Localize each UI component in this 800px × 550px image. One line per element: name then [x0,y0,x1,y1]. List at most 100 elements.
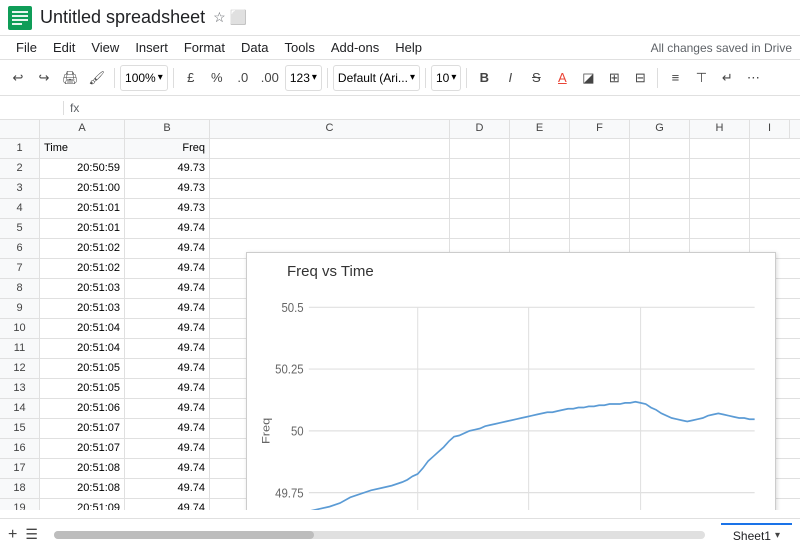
cell-b9[interactable]: 49.74 [125,299,210,318]
cell-reference-input[interactable] [4,101,64,115]
decimal-decrease-button[interactable]: .0 [231,65,255,91]
decimal-increase-button[interactable]: .00 [257,65,283,91]
cell-b15[interactable]: 49.74 [125,419,210,438]
cell-e3[interactable] [510,179,570,198]
cell-a5[interactable]: 20:51:01 [40,219,125,238]
cell-a11[interactable]: 20:51:04 [40,339,125,358]
font-dropdown[interactable]: Default (Ari... ▾ [333,65,420,91]
cell-a1[interactable]: Time [40,139,125,158]
drive-icon[interactable]: ⬜ [230,9,247,26]
paint-format-button[interactable]: 🖌 [85,65,110,91]
cell-f2[interactable] [570,159,630,178]
menu-file[interactable]: File [8,40,45,55]
cell-a3[interactable]: 20:51:00 [40,179,125,198]
menu-tools[interactable]: Tools [276,40,322,55]
cell-a6[interactable]: 20:51:02 [40,239,125,258]
bold-button[interactable]: B [472,65,496,91]
cell-a13[interactable]: 20:51:05 [40,379,125,398]
cell-h2[interactable] [690,159,750,178]
cell-b18[interactable]: 49.74 [125,479,210,498]
currency-button[interactable]: £ [179,65,203,91]
cell-b1[interactable]: Freq [125,139,210,158]
cell-a15[interactable]: 20:51:07 [40,419,125,438]
fill-color-button[interactable]: ◪ [576,65,600,91]
cell-d2[interactable] [450,159,510,178]
col-header-a[interactable]: A [40,120,125,138]
cell-g3[interactable] [630,179,690,198]
cell-b8[interactable]: 49.74 [125,279,210,298]
cell-f5[interactable] [570,219,630,238]
cell-b4[interactable]: 49.73 [125,199,210,218]
col-header-c[interactable]: C [210,120,450,138]
cell-d1[interactable] [450,139,510,158]
cell-b6[interactable]: 49.74 [125,239,210,258]
cell-b2[interactable]: 49.73 [125,159,210,178]
cell-a7[interactable]: 20:51:02 [40,259,125,278]
cell-a2[interactable]: 20:50:59 [40,159,125,178]
col-header-f[interactable]: F [570,120,630,138]
cell-c5[interactable] [210,219,450,238]
cell-c1[interactable] [210,139,450,158]
cell-e5[interactable] [510,219,570,238]
cell-b10[interactable]: 49.74 [125,319,210,338]
cell-b13[interactable]: 49.74 [125,379,210,398]
text-wrap-button[interactable]: ↵ [715,65,739,91]
col-header-b[interactable]: B [125,120,210,138]
menu-edit[interactable]: Edit [45,40,83,55]
col-header-h[interactable]: H [690,120,750,138]
col-header-g[interactable]: G [630,120,690,138]
cell-a19[interactable]: 20:51:09 [40,499,125,510]
text-color-button[interactable]: A [550,65,574,91]
print-button[interactable]: 🖨 [58,65,83,91]
cell-b7[interactable]: 49.74 [125,259,210,278]
cell-f3[interactable] [570,179,630,198]
cell-d4[interactable] [450,199,510,218]
zoom-dropdown[interactable]: 100% ▾ [120,65,168,91]
cell-g1[interactable] [630,139,690,158]
undo-button[interactable]: ↩ [6,65,30,91]
menu-help[interactable]: Help [387,40,430,55]
percent-button[interactable]: % [205,65,229,91]
cell-g5[interactable] [630,219,690,238]
strikethrough-button[interactable]: S [524,65,548,91]
cell-b17[interactable]: 49.74 [125,459,210,478]
cell-h5[interactable] [690,219,750,238]
horizontal-scrollbar[interactable] [54,531,705,539]
cell-b12[interactable]: 49.74 [125,359,210,378]
cell-c3[interactable] [210,179,450,198]
font-size-dropdown[interactable]: 10 ▾ [431,65,461,91]
more-button[interactable]: ⋯ [741,65,765,91]
menu-format[interactable]: Format [176,40,233,55]
cell-a4[interactable]: 20:51:01 [40,199,125,218]
cell-a14[interactable]: 20:51:06 [40,399,125,418]
cell-g4[interactable] [630,199,690,218]
cell-e1[interactable] [510,139,570,158]
cell-d5[interactable] [450,219,510,238]
cell-a12[interactable]: 20:51:05 [40,359,125,378]
cell-b14[interactable]: 49.74 [125,399,210,418]
cell-f1[interactable] [570,139,630,158]
cell-c2[interactable] [210,159,450,178]
document-title[interactable]: Untitled spreadsheet [40,7,205,28]
cell-b3[interactable]: 49.73 [125,179,210,198]
cell-d3[interactable] [450,179,510,198]
cell-a18[interactable]: 20:51:08 [40,479,125,498]
menu-insert[interactable]: Insert [127,40,176,55]
cell-a16[interactable]: 20:51:07 [40,439,125,458]
star-icon[interactable]: ☆ [213,9,226,26]
menu-addons[interactable]: Add-ons [323,40,387,55]
cell-a10[interactable]: 20:51:04 [40,319,125,338]
cell-g2[interactable] [630,159,690,178]
cell-h4[interactable] [690,199,750,218]
col-header-d[interactable]: D [450,120,510,138]
menu-data[interactable]: Data [233,40,276,55]
col-header-i[interactable]: I [750,120,790,138]
add-sheet-button[interactable]: + [8,526,17,544]
cell-b16[interactable]: 49.74 [125,439,210,458]
col-header-e[interactable]: E [510,120,570,138]
chart-container[interactable]: Freq vs Time 50.5 50.25 50 49.75 49.5 20… [246,252,776,510]
cell-h1[interactable] [690,139,750,158]
format-dropdown[interactable]: 123 ▾ [285,65,322,91]
cell-e4[interactable] [510,199,570,218]
sheet-options-button[interactable]: ☰ [25,526,38,543]
